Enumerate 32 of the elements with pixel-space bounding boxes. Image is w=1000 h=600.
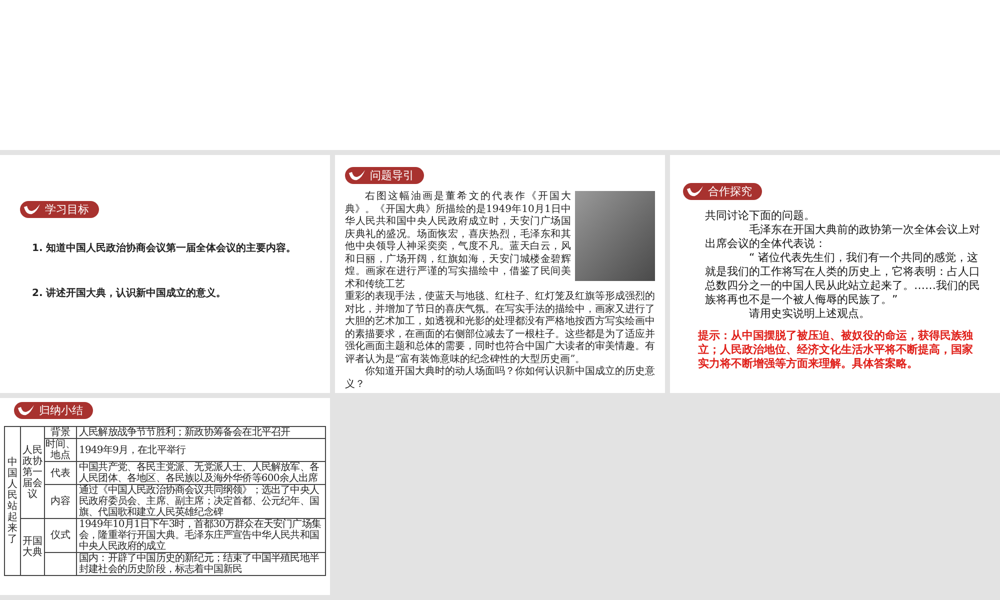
swoosh-icon <box>686 185 704 198</box>
paragraph: “ 诸位代表先生们，我们有一个共同的感觉，这就是我们的工作将写在人类的历史上，它将表明：占人口总数四分之一的中国人民从此站立起来了。……我们的民族将再也不是一个被人侮辱的民族了。” <box>705 251 980 307</box>
group-heading: 中国人民站起来了 <box>8 457 18 545</box>
swoosh-icon <box>348 169 366 182</box>
section-title: 问题导引 <box>370 170 414 181</box>
section-title: 学习目标 <box>45 204 89 215</box>
cell-text: 中国共产党、各民主党派、无党派人士、人民解放军、各人民团体、各地区、各民族以及海外华侨等600余人出席 <box>79 462 320 484</box>
objective-item: 2. 讲述开国大典，认识新中国成立的意义。 <box>32 286 228 301</box>
cell-text: 人民解放战争节节胜利；新政协筹备会在北平召开 <box>79 427 290 438</box>
row-label: 内容 <box>50 496 70 507</box>
section-heading: 人民政协第一届会议 <box>22 445 42 500</box>
cell-text: 国内：开辟了中国历史的新纪元；结束了中国半殖民地半封建社会的历史阶段，标志着中国新民 <box>79 553 320 575</box>
cell-text: 1949年10月1日下午3时，首都30万群众在天安门广场集会，隆重举行开国大典。毛泽东庄严宣告中华人民共和国中央人民政府的成立 <box>79 519 322 552</box>
section-heading: 开国大典 <box>22 536 42 558</box>
paragraph: 共同讨论下面的问题。 <box>705 209 816 223</box>
section-title: 合作探究 <box>708 186 752 197</box>
row-label: 仪式 <box>50 530 70 541</box>
paragraph: 毛泽东在开国大典前的政协第一次全体会议上对出席会议的全体代表说： <box>705 223 980 251</box>
objective-item: 1. 知道中国人民政治协商会议第一届全体会议的主要内容。 <box>32 241 298 256</box>
paragraph: 请用史实说明上述观点。 <box>748 307 871 321</box>
paragraph: 右图这幅油画是董希文的代表作《开国大典》。《开国大典》所描绘的是1949年10月1日中华人民共和国中央人民政府成立时，天安门广场国庆典礼的盛况。场面恢宏，喜庆热烈，毛泽东和其他中央领导人神采奕奕，气度不凡。蓝天白云，风和日丽，广场开阔，红旗如海，天安门城楼金碧辉煌。画家在进行严谨的写实描绘中，借鉴了民间美术和传统工艺 <box>345 191 571 290</box>
section-title: 归纳小结 <box>39 405 83 416</box>
row-label: 背景 <box>50 427 70 438</box>
swoosh-icon <box>23 203 41 216</box>
hint-text: 提示：从中国摆脱了被压迫、被奴役的命运，获得民族独立；人民政治地位、经济文化生活水平将不断提高，国家实力将不断增强等方面来理解。具体答案略。 <box>698 329 974 371</box>
cell-text: 1949年9月，在北平举行 <box>79 444 186 456</box>
row-label: 时间、地点 <box>46 439 76 461</box>
row-label: 代表 <box>50 468 70 478</box>
cell-text: 通过《中国人民政治协商会议共同纲领》；选出了中央人民政府委员会、主席、副主席；决定首都、公元纪年、国旗、代国歌和建立人民英雄纪念碑 <box>79 485 320 518</box>
paragraph: 你知道开国大典时的动人场面吗？你如何认识新中国成立的历史意义？ <box>345 366 655 391</box>
swoosh-icon <box>17 404 35 417</box>
paragraph: 重彩的表现手法，使蓝天与地毯、红柱子、红灯笼及红旗等形成强烈的对比，并增加了节日的喜庆气氛。在写实手法的描绘中，画家又进行了大胆的艺术加工，如透视和光影的处理都没有严格地按西方写实绘画中的素描要求，在画面的右侧部位减去了一根柱子。这些都是为了适应并强化画面主题和总体的需要，同时也符合中国广大读者的审美情趣。有评者认为是“富有装饰意味的纪念碑性的大型历史画”。 <box>345 291 655 366</box>
